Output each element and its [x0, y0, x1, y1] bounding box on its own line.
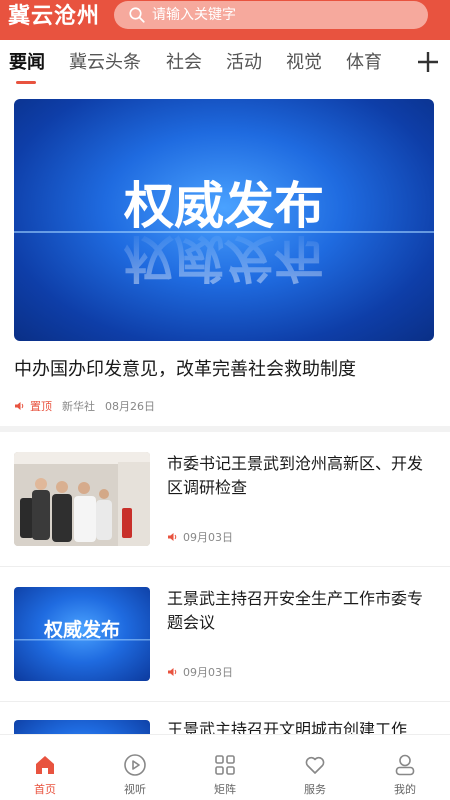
tab-tiyu[interactable]: 体育: [346, 50, 382, 76]
nav-home[interactable]: 首页: [0, 735, 90, 800]
heart-icon: [305, 756, 325, 774]
speaker-icon[interactable]: [14, 400, 26, 412]
plus-icon[interactable]: [414, 48, 442, 76]
article-meta: 09月03日: [167, 664, 233, 680]
hero-image: 权威发布 权威发布: [14, 99, 434, 341]
nav-matrix[interactable]: 矩阵: [180, 735, 270, 800]
tab-jiyun-toutiao[interactable]: 冀云头条: [69, 50, 141, 76]
list-item[interactable]: 权威发布 王景武主持召开安全生产工作市委专题会议 09月03日: [0, 567, 450, 701]
nav-matrix-label: 矩阵: [214, 783, 236, 796]
hero-title[interactable]: 中办国办印发意见，改革完善社会救助制度: [14, 358, 356, 382]
thumbnail-scene: [14, 452, 150, 546]
search-icon: [129, 7, 145, 23]
hero-article[interactable]: 权威发布 权威发布 中办国办印发意见，改革完善社会救助制度 置顶 新华社 08月…: [0, 88, 450, 423]
speaker-icon[interactable]: [167, 666, 179, 678]
article-thumbnail-photo: [14, 452, 150, 546]
app-logo: 冀云沧州: [8, 4, 101, 29]
article-title[interactable]: 王景武主持召开文明城市创建工作: [167, 718, 437, 734]
tab-huodong[interactable]: 活动: [226, 50, 262, 76]
speaker-icon[interactable]: [167, 531, 179, 543]
pinned-badge: 置顶: [30, 400, 52, 413]
date-label: 08月26日: [105, 400, 155, 413]
nav-video[interactable]: 视听: [90, 735, 180, 800]
list-item[interactable]: 王景武主持召开文明城市创建工作: [0, 702, 450, 734]
hero-meta: 置顶 新华社 08月26日: [14, 398, 155, 414]
article-title[interactable]: 王景武主持召开安全生产工作市委专题会议: [167, 587, 437, 635]
nav-video-label: 视听: [124, 783, 146, 796]
home-icon: [36, 756, 54, 774]
grid-icon: [215, 755, 235, 775]
nav-profile-label: 我的: [394, 783, 416, 796]
search-bar[interactable]: 请输入关键字: [114, 1, 428, 29]
play-icon: [124, 754, 146, 776]
bottom-nav: 首页 视听 矩阵 服务 我的: [0, 734, 450, 800]
app-header: 冀云沧州 请输入关键字: [0, 0, 450, 40]
nav-service[interactable]: 服务: [270, 735, 360, 800]
tab-shehui[interactable]: 社会: [166, 50, 202, 76]
thumbnail-banner-graphic: 权威发布: [14, 618, 150, 641]
thumbnail-text: 权威发布: [43, 618, 120, 641]
date-label: 09月03日: [183, 666, 233, 679]
hero-image-text: 权威发布: [123, 177, 324, 235]
source-label: 新华社: [62, 400, 95, 413]
hero-image-text-reflection: 权威发布: [123, 229, 324, 287]
active-tab-indicator: [16, 81, 36, 84]
tab-yaowen[interactable]: 要闻: [9, 50, 45, 76]
channel-tabs: 要闻 冀云头条 社会 活动 视觉 体育: [0, 40, 450, 88]
article-meta: 09月03日: [167, 529, 233, 545]
nav-service-label: 服务: [304, 783, 326, 796]
date-label: 09月03日: [183, 531, 233, 544]
nav-profile[interactable]: 我的: [360, 735, 450, 800]
article-thumbnail-banner: [14, 720, 150, 734]
article-title[interactable]: 市委书记王景武到沧州高新区、开发区调研检查: [167, 452, 437, 500]
list-item[interactable]: 市委书记王景武到沧州高新区、开发区调研检查 09月03日: [0, 432, 450, 566]
search-placeholder: 请输入关键字: [152, 7, 236, 23]
tab-shijue[interactable]: 视觉: [286, 50, 322, 76]
nav-home-label: 首页: [34, 783, 56, 796]
user-icon: [395, 754, 415, 776]
tabs-fade: [392, 40, 416, 88]
news-feed: 权威发布 权威发布 中办国办印发意见，改革完善社会救助制度 置顶 新华社 08月…: [0, 88, 450, 734]
article-thumbnail-banner: 权威发布: [14, 587, 150, 681]
hero-banner-graphic: 权威发布 权威发布: [14, 177, 434, 287]
